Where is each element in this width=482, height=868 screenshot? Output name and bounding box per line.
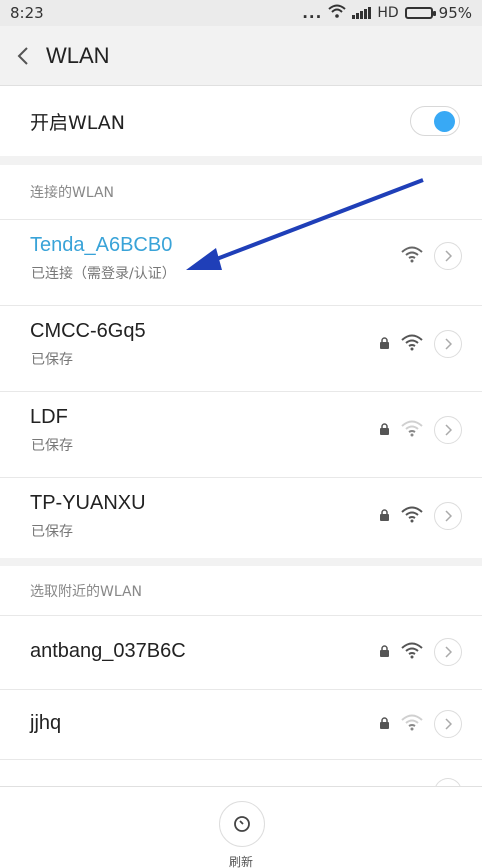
lock-icon [379,335,390,354]
network-details-button[interactable] [434,638,462,666]
wifi-signal-icon [400,245,424,267]
network-item[interactable]: LDF 已保存 [0,392,482,478]
network-item[interactable]: TP-YUANXU 已保存 [0,478,482,558]
status-icons: ... HD 95% [302,4,472,22]
status-bar: 8:23 ... HD 95% [0,0,482,26]
wifi-signal-weak-icon [400,713,424,735]
status-time: 8:23 [10,4,44,22]
chevron-right-icon [445,718,452,730]
refresh-label: 刷新 [228,855,253,868]
chevron-right-icon [445,510,452,522]
bottom-bar: 刷新 [0,786,482,868]
network-name: CMCC-6Gq5 [30,320,146,342]
network-name: jjhq [30,712,62,734]
network-item[interactable]: CMCC-6Gq5 已保存 [0,306,482,392]
wifi-signal-icon [400,505,424,527]
lock-icon [379,421,390,440]
title-bar: WLAN [0,26,482,86]
wlan-toggle-switch[interactable] [410,106,460,136]
refresh-button[interactable] [219,801,265,847]
switch-knob [434,111,455,132]
network-status: 已保存 [31,524,73,540]
network-status: 已保存 [31,438,73,454]
lock-icon [379,715,390,734]
chevron-left-icon [17,46,28,65]
network-name: Tenda_A6BCB0 [30,234,173,256]
refresh-icon [234,816,250,832]
network-name: LDF [30,406,68,428]
network-details-button[interactable] [434,710,462,738]
network-name: antbang_037B6C [30,640,186,662]
network-item[interactable]: jjhq [0,690,482,760]
wifi-signal-icon [400,333,424,355]
wifi-signal-weak-icon [400,419,424,441]
network-item[interactable]: antbang_037B6C [0,616,482,690]
network-details-button[interactable] [434,330,462,358]
chevron-right-icon [445,250,452,262]
network-details-button[interactable] [434,416,462,444]
network-status: 已连接（需登录/认证） [31,266,176,282]
lock-icon [379,507,390,526]
status-dots: ... [302,4,323,22]
network-details-button[interactable] [434,502,462,530]
network-item[interactable]: Tenda_A6BCB0 已连接（需登录/认证） [0,220,482,306]
network-item-partial[interactable] [0,760,482,806]
wifi-signal-icon [400,641,424,663]
chevron-right-icon [445,338,452,350]
wlan-toggle-row: 开启WLAN [0,86,482,156]
page-title: WLAN [46,42,110,68]
network-status: 已保存 [31,352,73,368]
back-button[interactable] [0,26,46,86]
network-type: HD [377,5,399,21]
battery-icon [404,7,436,19]
chevron-right-icon [445,424,452,436]
nearby-section-heading: 选取附近的WLAN [0,566,482,616]
wifi-status-icon [328,4,347,22]
network-details-button[interactable] [434,242,462,270]
battery-percent: 95% [438,4,472,22]
chevron-right-icon [445,646,452,658]
lock-icon [379,643,390,662]
network-name: TP-YUANXU [30,492,146,514]
wlan-toggle-label: 开启WLAN [30,111,126,134]
cell-signal-icon [352,7,372,19]
connected-section-heading: 连接的WLAN [0,165,482,220]
